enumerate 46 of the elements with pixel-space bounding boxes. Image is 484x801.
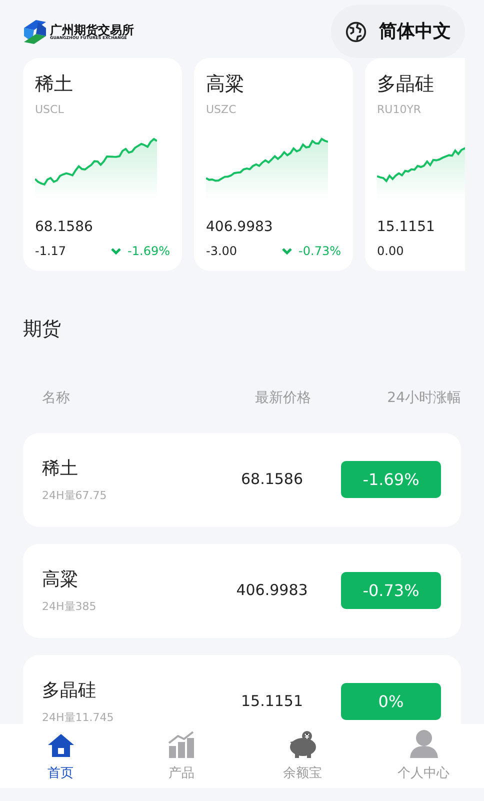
card-change: -3.00 <box>206 242 238 260</box>
card-code: USCL <box>35 102 65 118</box>
row-name: 高粱 <box>42 568 79 592</box>
language-button[interactable]: 简体中文 <box>331 5 465 58</box>
futures-row[interactable]: 高粱 24H量385 406.9983 -0.73% <box>23 544 461 638</box>
quote-card[interactable]: 多晶硅 RU10YR 15.1151 0.00 <box>365 58 465 271</box>
card-percent: -1.69% <box>128 242 170 260</box>
card-title: 高粱 <box>206 72 245 97</box>
card-change: -1.17 <box>35 242 66 260</box>
quote-card[interactable]: 高粱 USZC 406.9983 -3.00 -0.73% <box>194 58 353 271</box>
logo-icon <box>22 18 48 46</box>
column-header: 最新价格 <box>254 389 312 408</box>
section-title: 期货 <box>22 317 62 342</box>
logo-title: 广州期货交易所 <box>50 24 134 36</box>
quote-card[interactable]: 稀土 USCL 68.1586 -1.17 -1.69% <box>23 58 182 271</box>
card-title: 稀土 <box>35 72 74 97</box>
card-percent: -0.73% <box>298 242 341 260</box>
bar-chart-icon <box>168 730 196 758</box>
card-title: 多晶硅 <box>377 72 435 97</box>
card-price: 15.1151 <box>377 218 436 236</box>
globe-icon <box>345 20 367 42</box>
person-icon <box>408 728 438 758</box>
row-price: 15.1151 <box>240 691 304 712</box>
change-badge: 0% <box>341 683 441 720</box>
home-icon <box>46 732 74 758</box>
nav-tab[interactable]: 首页 <box>0 724 121 788</box>
row-price: 406.9983 <box>235 580 309 602</box>
card-price: 68.1586 <box>35 218 94 236</box>
column-header: 名称 <box>41 389 71 408</box>
row-name: 稀土 <box>42 456 79 481</box>
change-badge: -0.73% <box>341 572 441 609</box>
row-name: 多晶硅 <box>42 678 97 703</box>
row-volume: 24H量67.75 <box>42 488 108 504</box>
card-change: 0.00 <box>377 242 404 260</box>
card-code: USZC <box>206 102 238 118</box>
card-code: RU10YR <box>377 102 422 118</box>
row-volume: 24H量385 <box>42 598 98 615</box>
row-volume: 24H量11.745 <box>42 710 115 724</box>
futures-row[interactable]: 稀土 24H量67.75 68.1586 -1.69% <box>23 432 461 526</box>
chevron-down-icon <box>280 246 293 254</box>
column-header: 24小时涨幅 <box>387 389 461 408</box>
card-price: 406.9983 <box>206 218 274 236</box>
chevron-down-icon <box>110 246 122 254</box>
futures-row[interactable]: 多晶硅 24H量11.745 15.1151 0% <box>23 654 461 724</box>
change-badge: -1.69% <box>341 461 441 498</box>
row-price: 68.1586 <box>240 469 304 490</box>
